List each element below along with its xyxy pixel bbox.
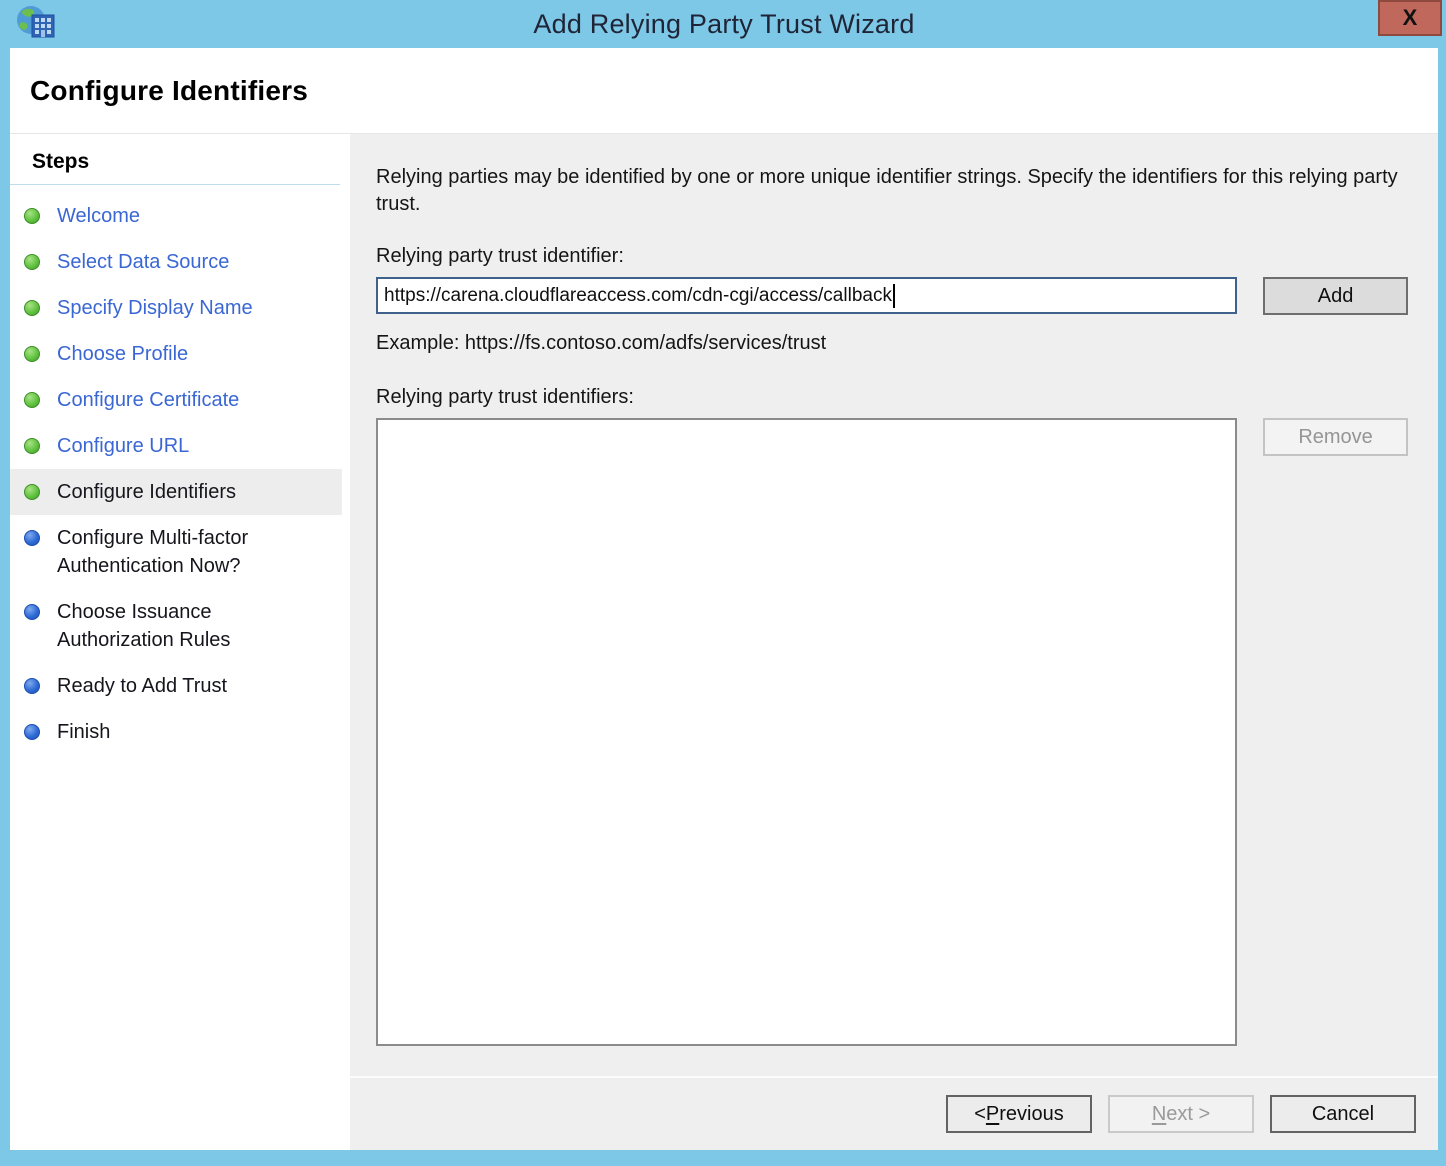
step-pending-bullet-icon [24, 530, 40, 546]
close-button[interactable]: X [1378, 0, 1442, 36]
add-button[interactable]: Add [1263, 277, 1408, 315]
page-header: Configure Identifiers [10, 48, 1438, 134]
identifiers-list-label: Relying party trust identifiers: [376, 386, 1408, 409]
step-done-bullet-icon [24, 346, 40, 362]
identifier-field-label: Relying party trust identifier: [376, 245, 1408, 268]
step-pending-bullet-icon [24, 724, 40, 740]
step-select-data-source[interactable]: Select Data Source [10, 239, 342, 285]
step-specify-display-name[interactable]: Specify Display Name [10, 285, 342, 331]
step-pending-bullet-icon [24, 604, 40, 620]
wizard-window: Add Relying Party Trust Wizard X Configu… [0, 0, 1446, 1166]
footer-bar: < Previous Next > Cancel [350, 1078, 1438, 1150]
step-done-bullet-icon [24, 438, 40, 454]
adfs-app-icon [12, 3, 58, 47]
step-current-bullet-icon [24, 484, 40, 500]
step-welcome[interactable]: Welcome [10, 193, 342, 239]
example-text: Example: https://fs.contoso.com/adfs/ser… [376, 332, 1408, 355]
sidebar-content-divider [342, 134, 350, 1150]
step-done-bullet-icon [24, 208, 40, 224]
identifier-input-value: https://carena.cloudflareaccess.com/cdn-… [384, 285, 892, 307]
titlebar[interactable]: Add Relying Party Trust Wizard X [10, 0, 1438, 48]
previous-button[interactable]: < Previous [946, 1095, 1092, 1133]
page-description: Relying parties may be identified by one… [376, 164, 1398, 218]
remove-button[interactable]: Remove [1263, 418, 1408, 456]
step-configure-identifiers: Configure Identifiers [10, 469, 342, 515]
page-title: Configure Identifiers [30, 75, 308, 107]
step-done-bullet-icon [24, 254, 40, 270]
step-configure-certificate[interactable]: Configure Certificate [10, 377, 342, 423]
step-pending-bullet-icon [24, 678, 40, 694]
identifiers-listbox[interactable] [376, 418, 1237, 1046]
cancel-button[interactable]: Cancel [1270, 1095, 1416, 1133]
step-configure-url[interactable]: Configure URL [10, 423, 342, 469]
identifier-input[interactable]: https://carena.cloudflareaccess.com/cdn-… [376, 277, 1237, 314]
steps-heading: Steps [10, 140, 342, 184]
step-choose-profile[interactable]: Choose Profile [10, 331, 342, 377]
step-done-bullet-icon [24, 300, 40, 316]
step-finish: Finish [10, 709, 342, 755]
step-choose-issuance-rules: Choose Issuance Authorization Rules [10, 589, 342, 663]
step-configure-multifactor: Configure Multi-factor Authentication No… [10, 515, 342, 589]
step-done-bullet-icon [24, 392, 40, 408]
content-pane: Relying parties may be identified by one… [350, 134, 1438, 1076]
text-caret-icon [893, 284, 895, 308]
next-button[interactable]: Next > [1108, 1095, 1254, 1133]
dialog-frame: Configure Identifiers Steps Welcome Sele… [10, 48, 1438, 1150]
steps-list: Welcome Select Data Source Specify Displ… [10, 185, 342, 755]
step-ready-to-add-trust: Ready to Add Trust [10, 663, 342, 709]
steps-sidebar: Steps Welcome Select Data Source Specify… [10, 134, 342, 1150]
window-title: Add Relying Party Trust Wizard [533, 9, 914, 40]
